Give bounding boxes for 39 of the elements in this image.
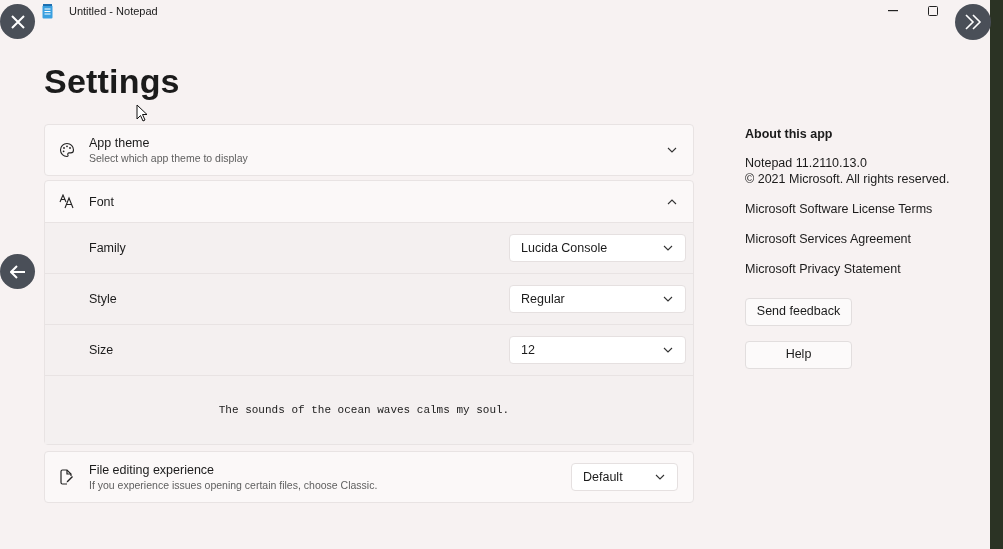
link[interactable]: Microsoft Services Agreement	[745, 230, 912, 247]
maximize-icon[interactable]	[928, 6, 938, 16]
link[interactable]: Microsoft Privacy Statement	[745, 260, 901, 277]
double-chevron-right-icon	[964, 14, 982, 30]
mouse-cursor-icon	[136, 104, 148, 122]
arrow-left-icon	[9, 264, 26, 279]
document-edit-icon	[60, 469, 74, 485]
dropdown[interactable]: 12	[509, 336, 686, 364]
setting-label: Style	[89, 290, 117, 308]
chevron-down-icon	[655, 474, 665, 480]
setting-title: File editing experience	[89, 462, 216, 478]
expander-header[interactable]: App theme Select which app theme to display	[45, 125, 693, 175]
close-icon	[10, 14, 25, 29]
dropdown[interactable]: Regular	[509, 285, 686, 313]
font-preview-text: The sounds of the ocean waves calms my soul.	[218, 402, 510, 418]
chevron-down-icon	[663, 296, 673, 302]
chevron-down-icon	[663, 347, 673, 353]
setting-title: Font	[89, 193, 114, 210]
dropdown[interactable]: Lucida Console	[509, 234, 686, 262]
section-title: About this app	[745, 126, 833, 143]
setting-description: Select which app theme to display	[89, 151, 248, 165]
page-heading: Settings	[44, 61, 181, 102]
font-size-icon	[59, 194, 75, 209]
setting-title: App theme	[89, 135, 151, 151]
dropdown[interactable]: Default	[571, 463, 678, 491]
setting-label: Family	[89, 239, 126, 257]
setting-label: Size	[89, 341, 114, 359]
notepad-icon	[42, 3, 53, 19]
minimize-icon[interactable]	[888, 10, 898, 12]
expander-header[interactable]: Font	[45, 181, 693, 222]
version-text: Notepad 11.2110.13.0	[745, 154, 867, 171]
button[interactable]: Send feedback	[745, 297, 852, 326]
link[interactable]: Microsoft Software License Terms	[745, 200, 933, 217]
setting-description: If you experience issues opening certain files, choose Classic.	[89, 478, 378, 492]
copyright-text: © 2021 Microsoft. All rights reserved.	[745, 170, 950, 187]
window-title: Untitled - Notepad	[69, 3, 158, 19]
palette-icon	[59, 142, 75, 158]
chevron-down-icon	[663, 245, 673, 251]
button[interactable]: Help	[745, 340, 852, 369]
